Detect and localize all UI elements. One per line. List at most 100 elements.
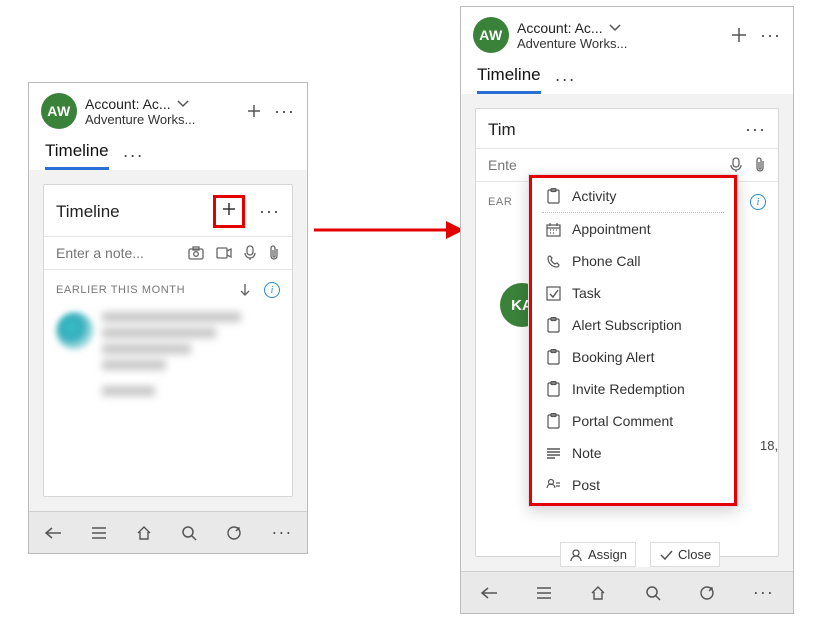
add-highlight [213,195,245,228]
timeline-card: Timeline ··· [43,184,293,497]
menu-icon[interactable] [536,587,552,599]
card-title: Timeline [56,202,120,222]
home-icon[interactable] [136,525,152,541]
menu-item-label: Booking Alert [572,349,655,365]
tab-timeline[interactable]: Timeline [477,65,541,94]
target-icon[interactable] [226,525,242,541]
content-area: Timeline ··· [29,170,307,511]
card-more-icon[interactable]: ··· [745,119,766,140]
clipboard-icon [544,381,562,397]
note-fragment: Ente [488,157,517,173]
bottom-nav: ··· [29,511,307,553]
video-icon[interactable] [216,247,232,259]
chevron-down-icon[interactable] [177,100,189,108]
chevron-down-icon[interactable] [609,24,621,32]
plus-icon[interactable] [730,26,748,44]
page-subtitle: Adventure Works... [85,112,238,127]
more-icon[interactable]: ··· [274,101,295,122]
menu-item-portal-comment[interactable]: Portal Comment [532,405,734,437]
clipboard-icon [544,349,562,365]
menu-icon[interactable] [91,527,107,539]
account-avatar: AW [41,93,77,129]
menu-item-label: Activity [572,188,616,204]
menu-item-label: Invite Redemption [572,381,685,397]
check-icon [544,286,562,301]
menu-item-activity[interactable]: Activity [532,180,734,212]
tabs: Timeline ··· [461,59,793,94]
menu-item-appointment[interactable]: Appointment [532,213,734,245]
page-title: Account: Ac... [517,20,603,36]
menu-item-label: Post [572,477,600,493]
menu-item-post[interactable]: Post [532,469,734,501]
activity-menu: Activity Appointment Phone Call Task Alert S… [528,174,738,507]
nav-more-icon[interactable]: ··· [753,582,774,603]
clipboard-icon [544,317,562,333]
search-icon[interactable] [181,525,197,541]
camera-icon[interactable] [188,246,204,260]
note-row [44,237,292,270]
dropdown-highlight: Activity Appointment Phone Call Task Alert S… [529,175,737,506]
tabs: Timeline ··· [29,135,307,170]
note-input[interactable] [56,245,168,261]
clipboard-icon [544,188,562,204]
page-subtitle: Adventure Works... [517,36,722,51]
menu-item-invite-redemption[interactable]: Invite Redemption [532,373,734,405]
info-icon[interactable]: i [750,194,766,210]
menu-item-task[interactable]: Task [532,277,734,309]
plus-icon[interactable] [246,103,262,119]
menu-item-label: Portal Comment [572,413,673,429]
quick-actions: Assign Close [560,542,720,567]
phone-mock-left: AW Account: Ac... Adventure Works... ···… [28,82,308,554]
header: AW Account: Ac... Adventure Works... ··· [461,7,793,59]
attachment-icon[interactable] [268,245,280,261]
attachment-icon[interactable] [754,157,766,173]
add-activity-button[interactable] [220,200,238,218]
menu-item-label: Phone Call [572,253,641,269]
sort-down-icon[interactable] [238,282,252,298]
account-avatar: AW [473,17,509,53]
close-label: Close [678,547,711,562]
bottom-nav: ··· [461,571,793,613]
tabs-more-icon[interactable]: ··· [123,145,144,166]
assign-button[interactable]: Assign [560,542,636,567]
page-title: Account: Ac... [85,96,171,112]
date-fragment: 18, [760,438,778,453]
menu-item-alert-subscription[interactable]: Alert Subscription [532,309,734,341]
clipboard-icon [544,413,562,429]
card-title-fragment: Tim [488,120,516,140]
menu-item-booking-alert[interactable]: Booking Alert [532,341,734,373]
calendar-icon [544,222,562,237]
menu-item-label: Note [572,445,602,461]
menu-item-note[interactable]: Note [532,437,734,469]
menu-item-label: Alert Subscription [572,317,682,333]
blurred-avatar [56,312,94,350]
info-icon[interactable]: i [264,282,280,298]
menu-item-label: Appointment [572,221,651,237]
back-icon[interactable] [480,586,498,600]
target-icon[interactable] [699,585,715,601]
section-header-fragment: EAR [488,196,512,208]
blurred-activity [44,302,292,406]
menu-item-phone-call[interactable]: Phone Call [532,245,734,277]
phone-icon [544,254,562,269]
post-icon [544,478,562,493]
title-block: Account: Ac... Adventure Works... [517,20,722,51]
tab-timeline[interactable]: Timeline [45,141,109,170]
card-more-icon[interactable]: ··· [259,201,280,222]
note-icon [544,447,562,460]
nav-more-icon[interactable]: ··· [271,522,292,543]
microphone-icon[interactable] [244,245,256,261]
close-button[interactable]: Close [650,542,720,567]
section-header: EARLIER THIS MONTH [56,284,185,296]
more-icon[interactable]: ··· [760,25,781,46]
menu-item-label: Task [572,285,601,301]
search-icon[interactable] [645,585,661,601]
back-icon[interactable] [44,526,62,540]
tabs-more-icon[interactable]: ··· [555,69,576,90]
assign-label: Assign [588,547,627,562]
header: AW Account: Ac... Adventure Works... ··· [29,83,307,135]
microphone-icon[interactable] [730,157,742,173]
arrow-icon [314,218,464,242]
home-icon[interactable] [590,585,606,601]
title-block: Account: Ac... Adventure Works... [85,96,238,127]
